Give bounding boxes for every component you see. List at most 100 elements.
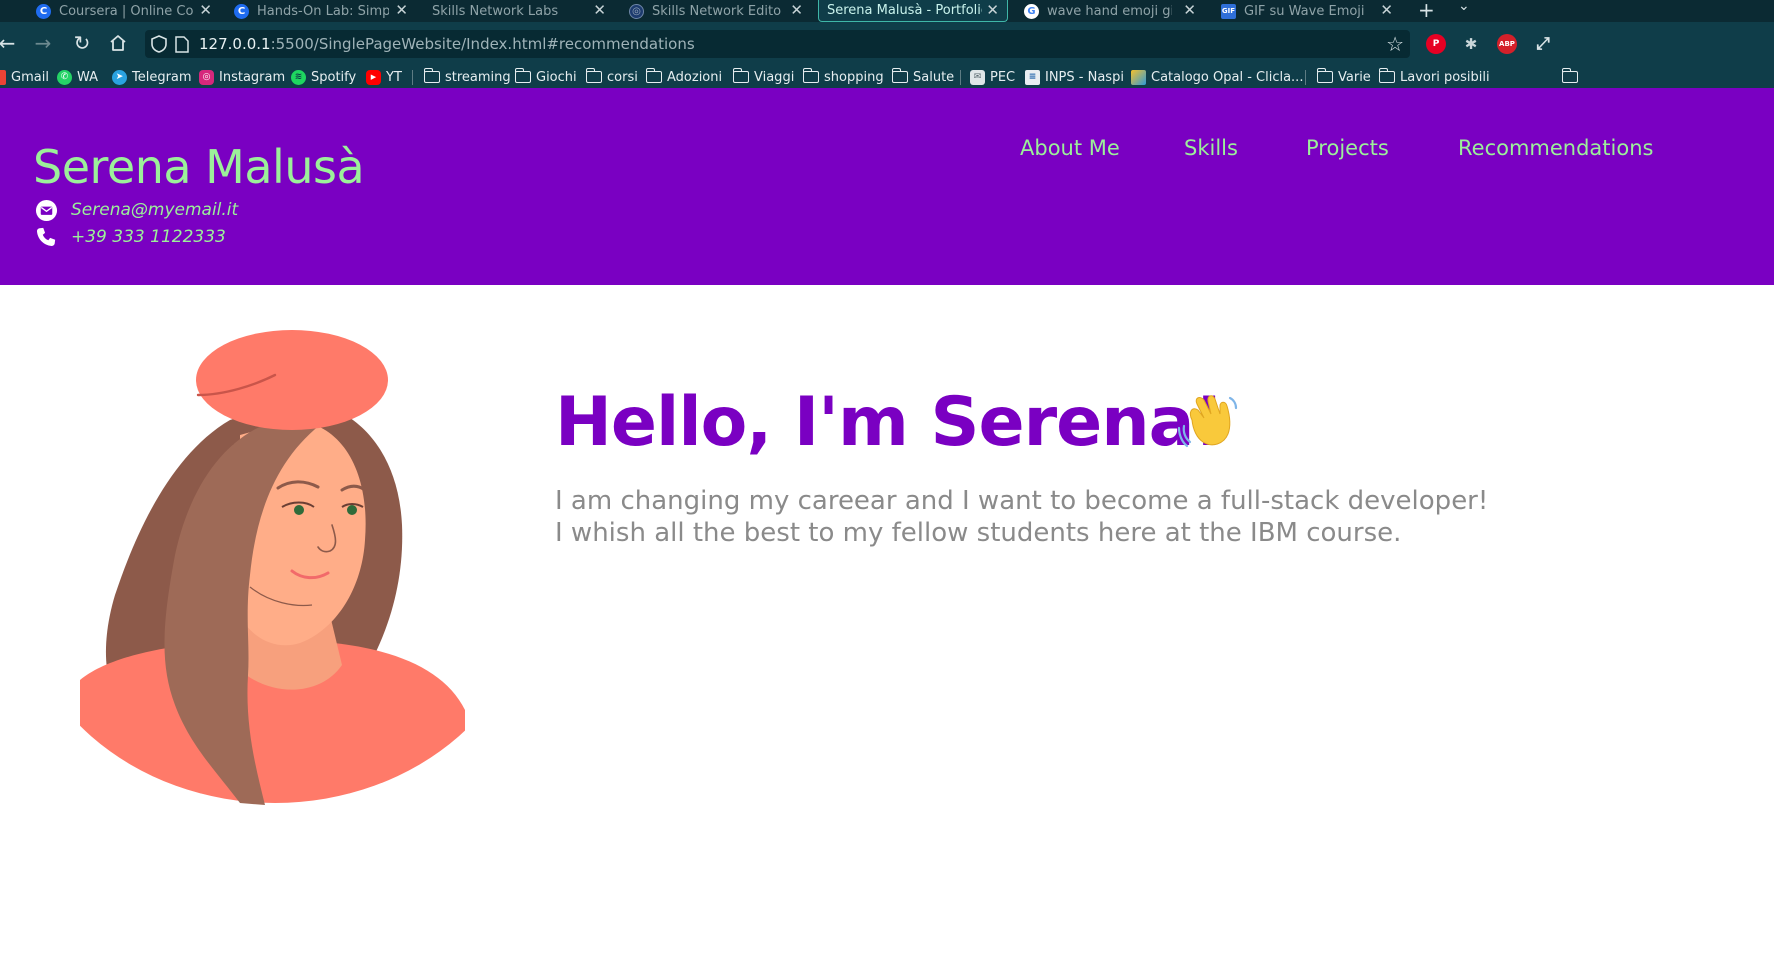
waving-hand-icon: [1177, 392, 1240, 448]
url-host: 127.0.0.1: [199, 35, 271, 53]
phone-text[interactable]: +39 333 1122333: [71, 227, 226, 247]
email-text[interactable]: Serena@myemail.it: [71, 200, 238, 220]
bookmark-wa[interactable]: ✆ WA: [57, 68, 98, 86]
adblock-plus-icon[interactable]: ABP: [1497, 34, 1517, 54]
tab-portfolio[interactable]: Serena Malusà - Portfolio ✕: [818, 0, 1008, 22]
tab-strip: C Coursera | Online Cour ✕ C Hands-On La…: [0, 0, 1774, 22]
tab-title: Skills Network Labs: [432, 3, 559, 19]
bookmark-label: Varie: [1338, 69, 1371, 85]
bookmark-label: corsi: [607, 69, 638, 85]
close-icon[interactable]: ✕: [1380, 0, 1393, 22]
folder-icon: [1378, 68, 1395, 83]
shield-icon[interactable]: [151, 35, 167, 57]
reload-icon[interactable]: ↻: [69, 30, 95, 56]
tab-hands-on-lab[interactable]: C Hands-On Lab: Simple ✕: [234, 0, 408, 22]
bookmark-inps[interactable]: ≡ INPS - Naspi: [1025, 68, 1124, 86]
bookmark-label: WA: [77, 69, 99, 85]
bookmark-separator: [1305, 70, 1306, 85]
tab-title: GIF su Wave Emoji | Te: [1244, 3, 1369, 19]
bookmark-pec[interactable]: ✉ PEC: [970, 68, 1015, 86]
tab-title: Hands-On Lab: Simple: [257, 3, 389, 19]
close-icon[interactable]: ✕: [986, 0, 999, 21]
bookmark-folder-viaggi[interactable]: Viaggi: [732, 68, 794, 86]
tab-list-chevron-icon[interactable]: ⌄: [1458, 0, 1470, 14]
folder-icon: [891, 68, 908, 83]
new-tab-icon[interactable]: +: [1418, 0, 1435, 22]
folder-icon: [1561, 68, 1578, 83]
home-icon[interactable]: [105, 30, 131, 56]
nav-recommendations[interactable]: Recommendations: [1458, 136, 1653, 160]
google-icon: G: [1024, 3, 1039, 19]
bookmark-folder-streaming[interactable]: streaming: [423, 68, 511, 86]
pec-icon: ✉: [970, 69, 985, 85]
close-icon[interactable]: ✕: [395, 0, 408, 22]
extension-icon[interactable]: ✱: [1461, 34, 1481, 54]
back-arrow-icon[interactable]: ←: [0, 30, 20, 56]
folder-icon: [802, 68, 819, 83]
bookmark-label: Spotify: [311, 69, 357, 85]
hero-title: Hello, I'm Serena!: [555, 383, 1225, 462]
folder-icon: [514, 68, 531, 83]
whatsapp-icon: ✆: [57, 69, 72, 85]
bookmark-yt[interactable]: ▶ YT: [366, 68, 402, 86]
bookmark-folder-lavori-posibili[interactable]: Lavori posibili: [1378, 68, 1490, 86]
bookmark-label: Telegram: [132, 69, 192, 85]
close-icon[interactable]: ✕: [1183, 0, 1196, 22]
bookmark-folder-varie[interactable]: Varie: [1316, 68, 1371, 86]
forward-arrow-icon[interactable]: →: [30, 30, 56, 56]
bookmark-gmail[interactable]: Gmail: [0, 68, 49, 86]
bookmark-telegram[interactable]: ➤ Telegram: [112, 68, 192, 86]
tab-google-search[interactable]: G wave hand emoji gif - ✕: [1024, 0, 1196, 22]
bookmark-folder-salute[interactable]: Salute: [891, 68, 954, 86]
nav-skills[interactable]: Skills: [1184, 136, 1238, 160]
folder-icon: [645, 68, 662, 83]
coursera-icon: C: [36, 3, 51, 19]
avatar-illustration: [80, 325, 470, 810]
bookmark-label: YT: [386, 69, 402, 85]
url-path: :5500/SinglePageWebsite/Index.html#recom…: [270, 35, 695, 53]
bookmark-label: PEC: [990, 69, 1016, 85]
email-contact[interactable]: Serena@myemail.it: [34, 198, 238, 222]
bookmark-other-folder[interactable]: [1561, 68, 1583, 86]
site-header: Serena Malusà Serena@myemail.it +39 333 …: [0, 88, 1774, 285]
bookmark-folder-corsi[interactable]: corsi: [585, 68, 638, 86]
tab-coursera[interactable]: C Coursera | Online Cour ✕: [36, 0, 212, 22]
bookmark-folder-adozioni[interactable]: Adozioni: [645, 68, 722, 86]
tab-skills-network-editor[interactable]: ◎ Skills Network Editor ✕: [629, 0, 803, 22]
close-icon[interactable]: ✕: [199, 0, 212, 22]
bookmark-opal[interactable]: Catalogo Opal - Clicla...: [1131, 68, 1303, 86]
bookmark-folder-giochi[interactable]: Giochi: [514, 68, 577, 86]
hero-line-2: I whish all the best to my fellow studen…: [555, 518, 1402, 548]
bookmark-instagram[interactable]: ◎ Instagram: [199, 68, 285, 86]
folder-icon: [423, 68, 440, 83]
close-icon[interactable]: ✕: [790, 0, 803, 22]
envelope-icon: [34, 198, 58, 222]
tab-skills-network-labs[interactable]: Skills Network Labs ✕: [432, 0, 606, 22]
bookmark-label: INPS - Naspi: [1045, 69, 1124, 85]
hero-line-1: I am changing my careear and I want to b…: [555, 486, 1489, 516]
pinterest-icon[interactable]: P: [1426, 34, 1446, 54]
url-text[interactable]: 127.0.0.1:5500/SinglePageWebsite/Index.h…: [199, 35, 695, 53]
bookmarks-bar: Gmail ✆ WA ➤ Telegram ◎ Instagram ≋ Spot…: [0, 66, 1774, 89]
bookmark-spotify[interactable]: ≋ Spotify: [291, 68, 356, 86]
gif-icon: GIF: [1221, 3, 1236, 19]
youtube-icon: ▶: [366, 69, 381, 85]
address-bar[interactable]: 127.0.0.1:5500/SinglePageWebsite/Index.h…: [145, 30, 1410, 58]
bookmark-label: shopping: [824, 69, 884, 85]
skills-network-icon: ◎: [629, 3, 644, 19]
opal-icon: [1131, 69, 1146, 85]
nav-about-me[interactable]: About Me: [1020, 136, 1120, 160]
folder-icon: [1316, 68, 1333, 83]
phone-contact[interactable]: +39 333 1122333: [34, 225, 226, 249]
phone-icon: [34, 225, 58, 249]
tab-gif-wave-emoji[interactable]: GIF GIF su Wave Emoji | Te ✕: [1221, 0, 1393, 22]
expand-icon[interactable]: ⤢: [1533, 34, 1553, 54]
bookmark-folder-shopping[interactable]: shopping: [802, 68, 884, 86]
bookmark-star-icon[interactable]: ☆: [1386, 32, 1404, 56]
close-icon[interactable]: ✕: [593, 0, 606, 22]
bookmark-label: Lavori posibili: [1400, 69, 1490, 85]
page-info-icon[interactable]: [175, 36, 189, 57]
nav-projects[interactable]: Projects: [1306, 136, 1389, 160]
navigation-toolbar: ← → ↻ 127.0.0.1:5500/SinglePageWebsite/I…: [0, 22, 1774, 66]
bookmark-label: streaming: [445, 69, 511, 85]
